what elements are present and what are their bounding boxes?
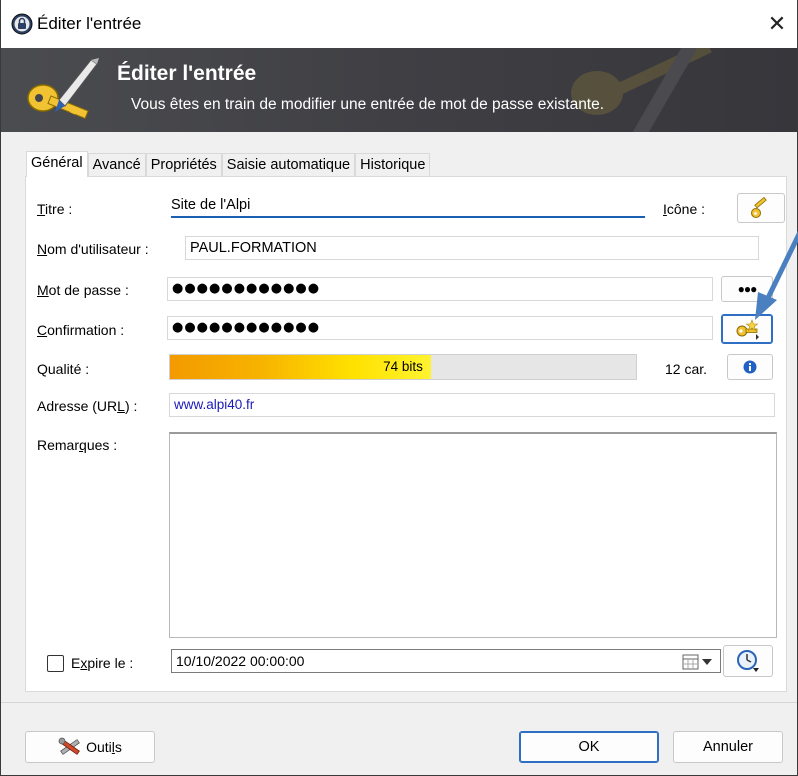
- tools-label: Outils: [86, 739, 122, 755]
- password-quality-bar: 74 bits: [169, 354, 637, 380]
- tab-strip: Général Avancé Propriétés Saisie automat…: [26, 151, 431, 177]
- char-count: 12 car.: [665, 361, 708, 377]
- close-button[interactable]: ✕: [757, 8, 797, 40]
- tab-properties[interactable]: Propriétés: [145, 153, 222, 177]
- key-icon: [751, 197, 767, 218]
- title-bar: Éditer l'entrée ✕: [1, 0, 797, 48]
- tab-auto-type[interactable]: Saisie automatique: [221, 153, 356, 177]
- keepass-lock-icon: [11, 13, 33, 35]
- expiry-presets-button[interactable]: [723, 645, 773, 677]
- notes-label: Remarques :: [37, 437, 118, 453]
- banner-watermark-icon: [571, 48, 712, 132]
- annotation-arrow-icon: [755, 230, 798, 320]
- icon-picker-button[interactable]: [737, 193, 785, 223]
- tools-button[interactable]: Outils: [25, 731, 155, 763]
- expiry-datetime-value: 10/10/2022 00:00:00: [176, 653, 305, 669]
- close-icon: ✕: [767, 11, 787, 36]
- footer-separator: [1, 702, 797, 703]
- title-input[interactable]: Site de l'Alpi: [171, 194, 645, 218]
- quality-label: Qualité :: [37, 361, 90, 377]
- expires-checkbox[interactable]: [47, 655, 64, 672]
- tab-history[interactable]: Historique: [355, 153, 431, 177]
- password-info-button[interactable]: [727, 354, 773, 380]
- tab-advanced[interactable]: Avancé: [87, 153, 146, 177]
- icon-label: Icône :: [663, 201, 706, 217]
- tools-icon: [58, 737, 80, 755]
- tab-general[interactable]: Général: [26, 151, 88, 177]
- cancel-button[interactable]: Annuler: [673, 731, 783, 763]
- notes-textarea[interactable]: [169, 432, 777, 638]
- header-banner: Éditer l'entrée Vous êtes en train de mo…: [1, 48, 797, 132]
- edit-entry-dialog: Éditer l'entrée ✕ Éditer l'entrée Vous ê…: [0, 0, 798, 776]
- title-label: Titre :: [37, 201, 73, 217]
- password-input[interactable]: ●●●●●●●●●●●●: [167, 277, 713, 301]
- info-icon: [743, 360, 757, 374]
- expires-label: Expire le :: [71, 655, 134, 671]
- banner-title: Éditer l'entrée: [117, 62, 257, 85]
- confirm-label: Confirmation :: [37, 322, 125, 338]
- expiry-datetime-input[interactable]: 10/10/2022 00:00:00: [171, 649, 721, 673]
- url-input[interactable]: www.alpi40.fr: [169, 393, 775, 417]
- edit-key-icon: [27, 58, 99, 120]
- calendar-dropdown-icon[interactable]: [682, 654, 716, 670]
- ok-button[interactable]: OK: [519, 731, 659, 763]
- url-label: Adresse (URL) :: [37, 398, 138, 414]
- window-title: Éditer l'entrée: [37, 14, 142, 33]
- clock-icon: [737, 650, 759, 672]
- username-input[interactable]: PAUL.FORMATION: [185, 236, 759, 260]
- confirm-password-input[interactable]: ●●●●●●●●●●●●: [167, 316, 713, 340]
- username-label: Nom d'utilisateur :: [37, 241, 149, 257]
- banner-subtitle: Vous êtes en train de modifier une entré…: [131, 96, 605, 113]
- password-label: Mot de passe :: [37, 282, 129, 298]
- quality-bits: 74 bits: [383, 359, 423, 374]
